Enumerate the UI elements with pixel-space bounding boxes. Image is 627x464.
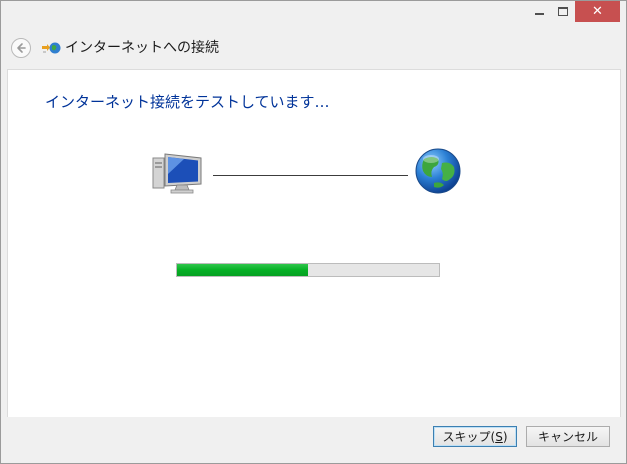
progress-fill [177,264,308,276]
close-button[interactable]: ✕ [575,1,620,22]
connection-line [213,175,408,176]
wizard-header: インターネットへの接続 [1,27,626,69]
title-bar: ✕ [1,1,626,27]
button-bar: スキップ(S) キャンセル [1,417,626,463]
cancel-button-label: キャンセル [537,430,598,444]
content-area: インターネット接続をテストしています… [7,69,621,418]
skip-button[interactable]: スキップ(S) [433,426,517,447]
wizard-title: インターネットへの接続 [65,40,219,56]
minimize-icon [534,12,544,15]
back-arrow-icon [17,43,26,53]
maximize-button[interactable] [551,1,575,22]
maximize-icon [558,7,568,16]
back-button[interactable] [11,38,31,58]
globe-icon [415,148,461,194]
wizard-window: ✕ インターネットへの接続 インターネット接続をテストしています… スキップ(S… [0,0,627,464]
instruction-text: インターネット接続をテストしています… [45,93,330,111]
progress-bar [176,263,440,277]
skip-button-label: スキップ(S) [442,430,508,444]
minimize-button[interactable] [527,1,551,22]
computer-icon [152,153,202,194]
close-icon: ✕ [592,4,603,19]
network-connection-icon [42,42,61,54]
cancel-button[interactable]: キャンセル [526,426,610,447]
